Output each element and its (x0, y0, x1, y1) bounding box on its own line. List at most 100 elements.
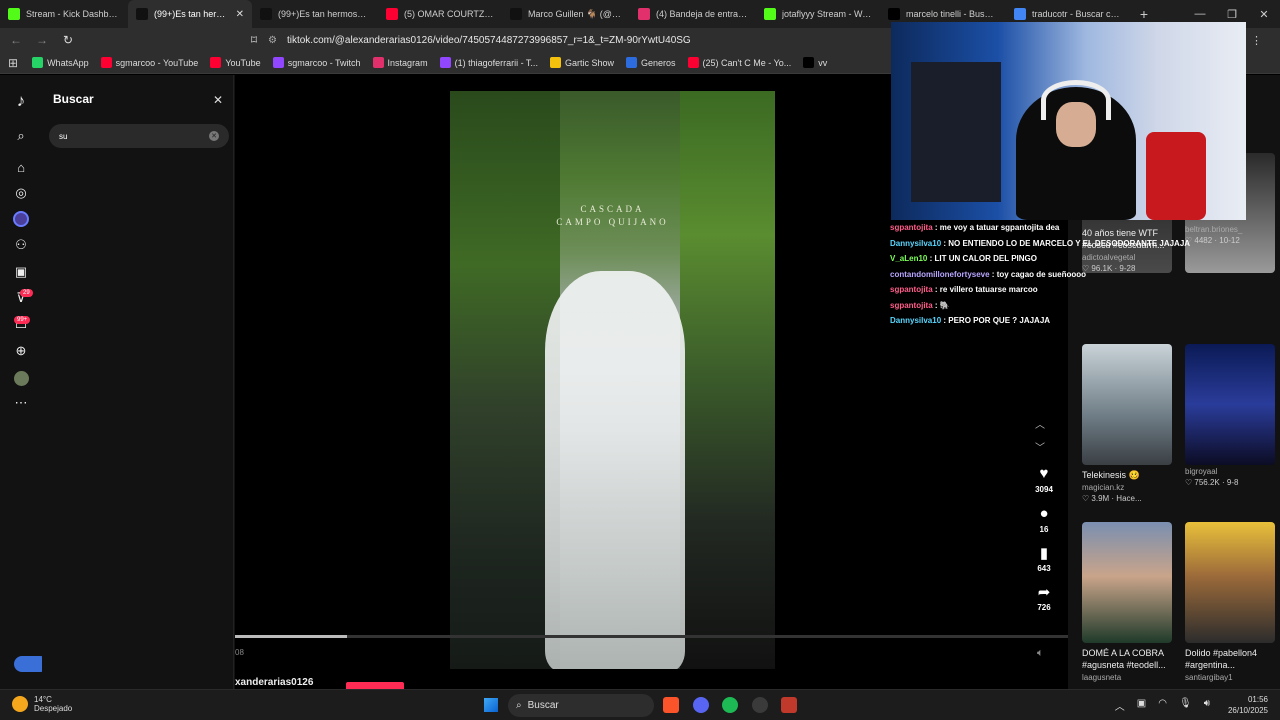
bookmark-item[interactable]: Instagram (372, 57, 428, 68)
suggested-video-card[interactable]: Telekinesis 🥴 magician.kz ♡ 3.9M · Hace... (1082, 344, 1172, 503)
video-thumbnail[interactable] (1185, 344, 1275, 465)
clear-search-icon[interactable]: ✕ (209, 131, 219, 141)
brave-browser-icon[interactable] (663, 697, 679, 713)
weather-widget[interactable]: 14°C Despejado (12, 695, 72, 713)
suggested-video-card[interactable]: beltran.briones_ ♡ 4482 · 10-12 (1185, 223, 1275, 245)
search-input[interactable] (49, 124, 229, 148)
chat-text: PERO POR QUE ? JAJAJA (948, 316, 1051, 325)
bookmark-favicon-icon (803, 57, 815, 68)
browser-tab[interactable]: (5) OMAR COURTZ - LUCE (378, 0, 502, 28)
profile-avatar-icon[interactable] (11, 368, 31, 388)
like-button[interactable]: ♥ 3094 (1034, 465, 1054, 494)
video-thumbnail[interactable] (1082, 344, 1172, 465)
close-window-icon[interactable]: ✕ (1248, 0, 1280, 28)
tray-chevron-icon[interactable]: ︿ (1115, 698, 1125, 713)
video-author[interactable]: xanderarias0126 (235, 677, 313, 688)
search-icon[interactable]: ⌕ (11, 126, 31, 146)
tab-label: (5) OMAR COURTZ - LUCE (404, 9, 494, 19)
tab-label: Stream - Kick Dashboard (26, 9, 120, 19)
bookmark-item[interactable]: sgmarcoo - YouTube (100, 57, 198, 68)
bookmark-item[interactable]: vv (803, 57, 827, 68)
more-icon[interactable]: ⋯ (11, 393, 31, 413)
upload-icon[interactable]: ⊕ (11, 341, 31, 361)
tiktok-logo-icon[interactable]: ♪ (11, 91, 31, 111)
suggested-video-card[interactable]: Dolido #pabellon4 #argentina... santiargib… (1185, 522, 1275, 682)
following-avatar-icon[interactable] (11, 209, 31, 229)
like-count: 3094 (1035, 485, 1053, 494)
browser-tab[interactable]: jotaflyyy Stream - Watch l (756, 0, 880, 28)
speaker-icon[interactable]: 🔊︎ (1204, 698, 1210, 713)
share-button[interactable]: ➦ 726 (1034, 583, 1054, 612)
close-tab-icon[interactable]: ✕ (236, 9, 244, 20)
system-tray: ︿ ▣ ◠ 🎙︎ 🔊︎ (1115, 698, 1210, 713)
forward-icon[interactable]: → (32, 33, 52, 47)
menu-icon[interactable]: ⋮ (1251, 34, 1262, 47)
apps-icon[interactable]: ⊞ (8, 56, 18, 70)
comment-button[interactable]: ● 16 (1034, 505, 1054, 534)
home-icon[interactable]: ⌂ (11, 157, 31, 177)
mic-icon[interactable]: 🎙︎ (1179, 698, 1192, 713)
previous-video-icon[interactable]: ︿ (1035, 416, 1045, 431)
clock-time: 01:56 (1247, 695, 1268, 704)
video-thumbnail[interactable] (1185, 522, 1275, 643)
site-info-icon[interactable]: ⚙ (268, 35, 277, 46)
windows-start-icon[interactable] (484, 698, 498, 712)
obs-icon[interactable] (752, 697, 768, 713)
tab-favicon-icon (260, 8, 272, 20)
chat-separator: : (932, 300, 940, 310)
wifi-icon[interactable]: ◠ (1158, 698, 1167, 713)
suggested-video-card[interactable]: DOMÉ A LA COBRA #agusneta #teodell... laag… (1082, 522, 1172, 682)
chat-message: Dannysilva10 : PERO POR QUE ? JAJAJA (890, 313, 1195, 329)
heart-icon: ♥ (1039, 465, 1049, 482)
save-button[interactable]: ▮ 643 (1034, 544, 1054, 573)
close-icon[interactable]: ✕ (209, 91, 227, 109)
browser-tab[interactable]: Stream - Kick Dashboard (0, 0, 128, 28)
browser-tab[interactable]: Marco Guillen 🐐 (@sgma (502, 0, 630, 28)
left-rail: ♪ ⌕ ⌂ ◎ ⚇ ▣ ⊽ 29 ▭ 99+ ⊕ ⋯ (0, 75, 48, 689)
bookmark-item[interactable]: sgmarcoo - Twitch (272, 57, 361, 68)
taskbar-search[interactable]: ⌕ Buscar (508, 694, 654, 717)
bookmark-item[interactable]: Generos (625, 57, 676, 68)
spotify-icon[interactable] (722, 697, 738, 713)
bookmark-item[interactable]: (1) thiagoferrarii - T... (439, 57, 538, 68)
browser-tab[interactable]: (4) Bandeja de entrada • C (630, 0, 756, 28)
chat-separator: : (932, 285, 940, 294)
explore-icon[interactable]: ◎ (11, 183, 31, 203)
bookmark-item[interactable]: Gartic Show (549, 57, 614, 68)
live-icon[interactable]: ▣ (11, 262, 31, 282)
share-count: 726 (1037, 603, 1051, 612)
search-panel-title: Buscar (53, 92, 94, 106)
tab-favicon-icon (8, 8, 20, 20)
chat-text: 🐘 (939, 300, 950, 310)
card-stats: ♡ 756.2K · 9-8 (1185, 478, 1239, 487)
card-title-line2: #argentina... (1185, 660, 1236, 670)
bookmark-item[interactable]: (25) Can't C Me - Yo... (687, 57, 791, 68)
bookmark-item[interactable]: WhatsApp (32, 57, 89, 68)
video-thumbnail[interactable] (1082, 522, 1172, 643)
bookmark-item[interactable]: YouTube (210, 57, 261, 68)
bookmark-label: vv (818, 57, 828, 68)
browser-tab[interactable]: (99+)Es tan hermosa, que (252, 0, 378, 28)
bookmark-label: YouTube (225, 57, 261, 68)
volume-icon[interactable]: 🔈︎ (1037, 647, 1044, 660)
tray-app-icon[interactable]: ▣ (1137, 698, 1146, 713)
chat-text: toy cagao de sueñoooo (996, 269, 1087, 279)
url-text: tiktok.com/@alexanderarias0126/video/745… (286, 34, 691, 46)
card-author: bigroyaal (1185, 467, 1218, 476)
video-frame[interactable]: CASCADA CAMPO QUIJANO (450, 91, 775, 669)
discord-icon[interactable] (693, 697, 709, 713)
friends-icon[interactable]: ⚇ (11, 235, 31, 255)
video-progress-bar[interactable] (235, 635, 1068, 638)
taskbar-clock[interactable]: 01:56 26/10/2025 (1228, 694, 1268, 716)
url-field[interactable]: ⚙ tiktok.com/@alexanderarias0126/video/7… (268, 30, 898, 50)
suggested-video-card[interactable]: bigroyaal ♡ 756.2K · 9-8 (1185, 344, 1275, 487)
webcam-background-shelf (911, 62, 1001, 202)
reload-icon[interactable]: ↻ (58, 33, 78, 47)
next-video-icon[interactable]: ﹀ (1035, 439, 1045, 454)
browser-tab[interactable]: (99+)Es tan hermosa ✕ (128, 0, 252, 28)
chat-text: re villero tatuarse marcoo (939, 285, 1038, 294)
streamer-app-icon[interactable] (781, 697, 797, 713)
back-icon[interactable]: ← (6, 33, 26, 47)
bookmark-icon[interactable]: ⌑ (244, 33, 264, 47)
card-author: beltran.briones_ (1185, 225, 1243, 234)
